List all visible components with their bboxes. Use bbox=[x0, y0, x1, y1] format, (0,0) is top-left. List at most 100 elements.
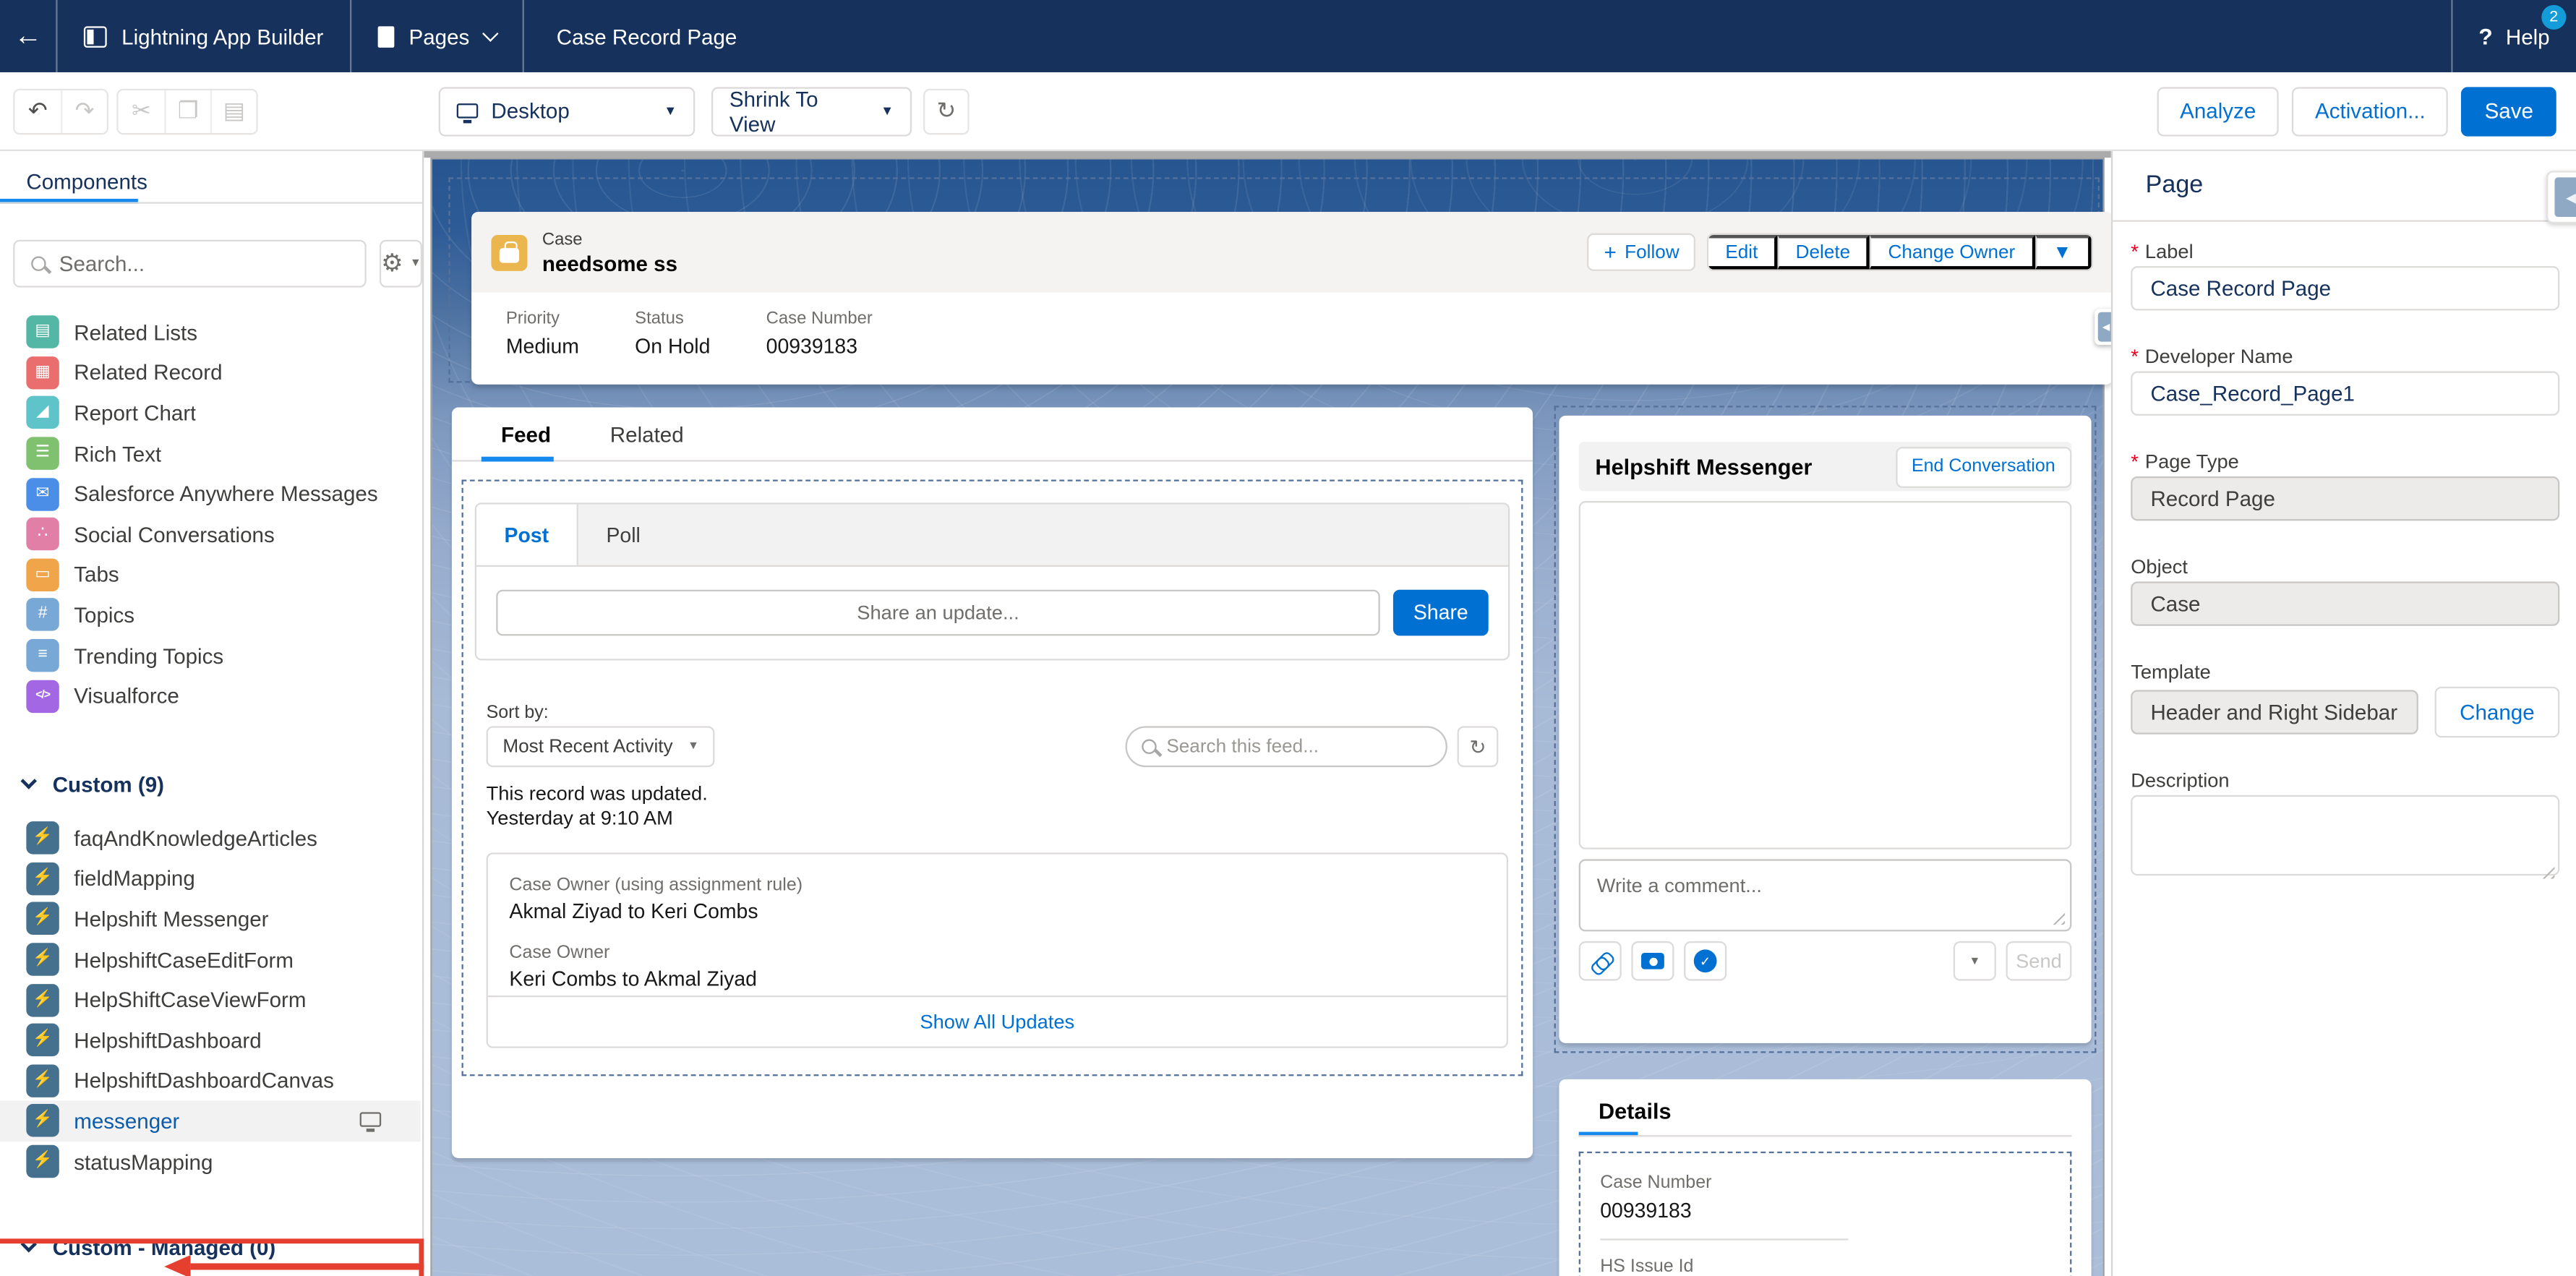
attach-image-button[interactable] bbox=[1631, 941, 1674, 981]
save-button[interactable]: Save bbox=[2462, 86, 2556, 135]
sidebar-item-rich-text[interactable]: ☰Rich Text bbox=[0, 433, 421, 474]
copy-button[interactable]: ❐ bbox=[164, 90, 210, 132]
sidebar-item-label: Visualforce bbox=[74, 684, 179, 708]
sidebar-item-topics[interactable]: # Topics bbox=[0, 595, 421, 635]
paste-icon: ▤ bbox=[223, 97, 245, 125]
sidebar-item-label: fieldMapping bbox=[74, 866, 195, 891]
feed-refresh-button[interactable]: ↻ bbox=[1458, 726, 1499, 767]
details-component-region[interactable]: Case Number00939183HS Issue Id✎HS Issue … bbox=[1579, 1152, 2072, 1276]
details-panel-card: Details Case Number00939183HS Issue Id✎H… bbox=[1559, 1079, 2091, 1276]
trending-topics-icon: ≡ bbox=[26, 639, 59, 672]
back-button[interactable]: ← bbox=[0, 0, 56, 72]
sidebar-item-statusmapping[interactable]: ⚡statusMapping bbox=[0, 1142, 421, 1182]
change-template-button[interactable]: Change bbox=[2435, 687, 2560, 737]
send-options-button[interactable]: ▼ bbox=[1954, 941, 1996, 981]
feed-search-field[interactable] bbox=[1126, 726, 1447, 767]
comment-textarea[interactable] bbox=[1580, 861, 2070, 930]
page-type-field-label: * Page Type bbox=[2131, 452, 2559, 471]
developer-name-input[interactable] bbox=[2131, 372, 2559, 416]
app-builder-tab[interactable]: Lightning App Builder bbox=[56, 0, 349, 72]
feed-sort-select[interactable]: Most Recent Activity ▼ bbox=[487, 726, 716, 767]
canvas-top-scrollbar[interactable] bbox=[424, 151, 2111, 158]
analyze-button[interactable]: Analyze bbox=[2157, 86, 2279, 135]
pages-menu[interactable]: Pages bbox=[350, 0, 522, 72]
share-update-input[interactable] bbox=[496, 590, 1380, 636]
device-select[interactable]: Desktop ▼ bbox=[439, 86, 695, 135]
sidebar-item-social-conversations[interactable]: ∴Social Conversations bbox=[0, 514, 421, 554]
paste-button[interactable]: ▤ bbox=[210, 90, 257, 132]
device-value: Desktop bbox=[491, 98, 569, 123]
help-menu[interactable]: ? Help 2 bbox=[2451, 0, 2576, 72]
topics-icon: # bbox=[26, 599, 59, 631]
toolbar-actions: Analyze Activation... Save bbox=[2157, 86, 2556, 135]
edit-button[interactable]: Edit bbox=[1709, 235, 1778, 270]
view-scale-select[interactable]: Shrink To View ▼ bbox=[711, 86, 912, 135]
sidebar-item-related-record[interactable]: ▦Related Record bbox=[0, 353, 421, 393]
quick-reply-button[interactable]: ✓ bbox=[1684, 941, 1726, 981]
panel-fields: * Label * Developer Name * Page Type Obj… bbox=[2131, 241, 2559, 883]
sidebar-item-messenger[interactable]: ⚡messenger bbox=[0, 1101, 421, 1142]
refresh-button[interactable]: ↻ bbox=[923, 88, 970, 134]
tab-feed[interactable]: Feed bbox=[501, 421, 551, 446]
comment-field[interactable] bbox=[1579, 859, 2072, 931]
sidebar-item-report-chart[interactable]: ◢Report Chart bbox=[0, 393, 421, 434]
sidebar-item-helpshiftcaseviewform[interactable]: ⚡HelpShiftCaseViewForm bbox=[0, 980, 421, 1020]
details-tab-border bbox=[1579, 1135, 2072, 1136]
panel-collapse-button[interactable]: ◀ bbox=[2546, 171, 2576, 223]
canvas-scroll-handle[interactable]: ◀ bbox=[2094, 309, 2111, 345]
tab-poll[interactable]: Poll bbox=[578, 505, 641, 565]
change-owner-button[interactable]: Change Owner bbox=[1870, 235, 2034, 270]
end-conversation-button[interactable]: End Conversation bbox=[1895, 446, 2071, 487]
redo-button[interactable]: ↷ bbox=[61, 90, 107, 132]
component-search-input[interactable] bbox=[59, 252, 348, 276]
description-wrap bbox=[2131, 795, 2559, 884]
share-button[interactable]: Share bbox=[1393, 590, 1489, 636]
activation-button[interactable]: Activation... bbox=[2292, 86, 2448, 135]
follow-button[interactable]: + Follow bbox=[1588, 234, 1696, 271]
sidebar-item-label: Related Record bbox=[74, 361, 222, 385]
sidebar-item-helpshiftcaseeditform[interactable]: ⚡HelpshiftCaseEditForm bbox=[0, 939, 421, 980]
sidebar-item-tabs[interactable]: ▭Tabs bbox=[0, 554, 421, 595]
sidebar-item-helpshiftdashboardcanvas[interactable]: ⚡HelpshiftDashboardCanvas bbox=[0, 1061, 421, 1101]
components-tab[interactable]: Components bbox=[26, 169, 147, 194]
sidebar-item-fieldmapping[interactable]: ⚡fieldMapping bbox=[0, 859, 421, 899]
attach-link-button[interactable] bbox=[1579, 941, 1622, 981]
tab-related[interactable]: Related bbox=[610, 421, 684, 446]
sidebar-item-salesforce-anywhere-messages[interactable]: ✉Salesforce Anywhere Messages bbox=[0, 474, 421, 514]
sidebar-item-label: Topics bbox=[74, 603, 134, 628]
show-all-updates-link[interactable]: Show All Updates bbox=[920, 1010, 1074, 1033]
record-field-value: 00939183 bbox=[766, 335, 873, 359]
visualforce-icon: </> bbox=[26, 680, 59, 712]
monitor-icon bbox=[457, 103, 479, 118]
feed-tabs: Feed Related bbox=[452, 408, 1533, 462]
tab-post[interactable]: Post bbox=[476, 505, 578, 565]
more-actions-button[interactable]: ▼ bbox=[2035, 235, 2092, 270]
record-header-component-region[interactable]: Case needsome ss + Follow EditDeleteChan… bbox=[448, 177, 2100, 382]
component-search-field[interactable] bbox=[13, 240, 367, 288]
case-briefcase-icon bbox=[491, 234, 527, 270]
sidebar-item-trending-topics[interactable]: ≡Trending Topics bbox=[0, 635, 421, 676]
sort-by-label: Sort by: bbox=[487, 703, 549, 723]
cut-button[interactable]: ✂ bbox=[119, 90, 165, 132]
object-input bbox=[2131, 581, 2559, 625]
label-field-input[interactable] bbox=[2131, 266, 2559, 310]
chat-check-icon: ✓ bbox=[1694, 949, 1717, 972]
sidebar-item-related-lists[interactable]: ▤Related Lists bbox=[0, 312, 421, 353]
feed-search-input[interactable] bbox=[1166, 737, 1431, 756]
clipboard-group: ✂ ❐ ▤ bbox=[116, 88, 257, 134]
sidebar-item-helpshift-messenger[interactable]: ⚡Helpshift Messenger bbox=[0, 899, 421, 939]
sidebar-item-visualforce[interactable]: </> Visualforce bbox=[0, 676, 421, 716]
search-icon bbox=[1142, 740, 1156, 754]
undo-button[interactable]: ↶ bbox=[14, 90, 61, 132]
sidebar-item-helpshiftdashboard[interactable]: ⚡HelpshiftDashboard bbox=[0, 1020, 421, 1061]
settings-dropdown-button[interactable]: ⚙ ▼ bbox=[380, 240, 423, 288]
custom-section-header[interactable]: Custom (9) bbox=[0, 761, 422, 807]
chevron-down-icon: ▼ bbox=[881, 103, 894, 118]
tab-details[interactable]: Details bbox=[1599, 1099, 1672, 1123]
description-textarea[interactable] bbox=[2131, 795, 2559, 875]
link-icon bbox=[1584, 945, 1617, 977]
messenger-title: Helpshift Messenger bbox=[1595, 454, 1812, 479]
delete-button[interactable]: Delete bbox=[1778, 235, 1870, 270]
sidebar-item-faqandknowledgearticles[interactable]: ⚡faqAndKnowledgeArticles bbox=[0, 818, 421, 859]
send-button[interactable]: Send bbox=[2006, 941, 2072, 981]
